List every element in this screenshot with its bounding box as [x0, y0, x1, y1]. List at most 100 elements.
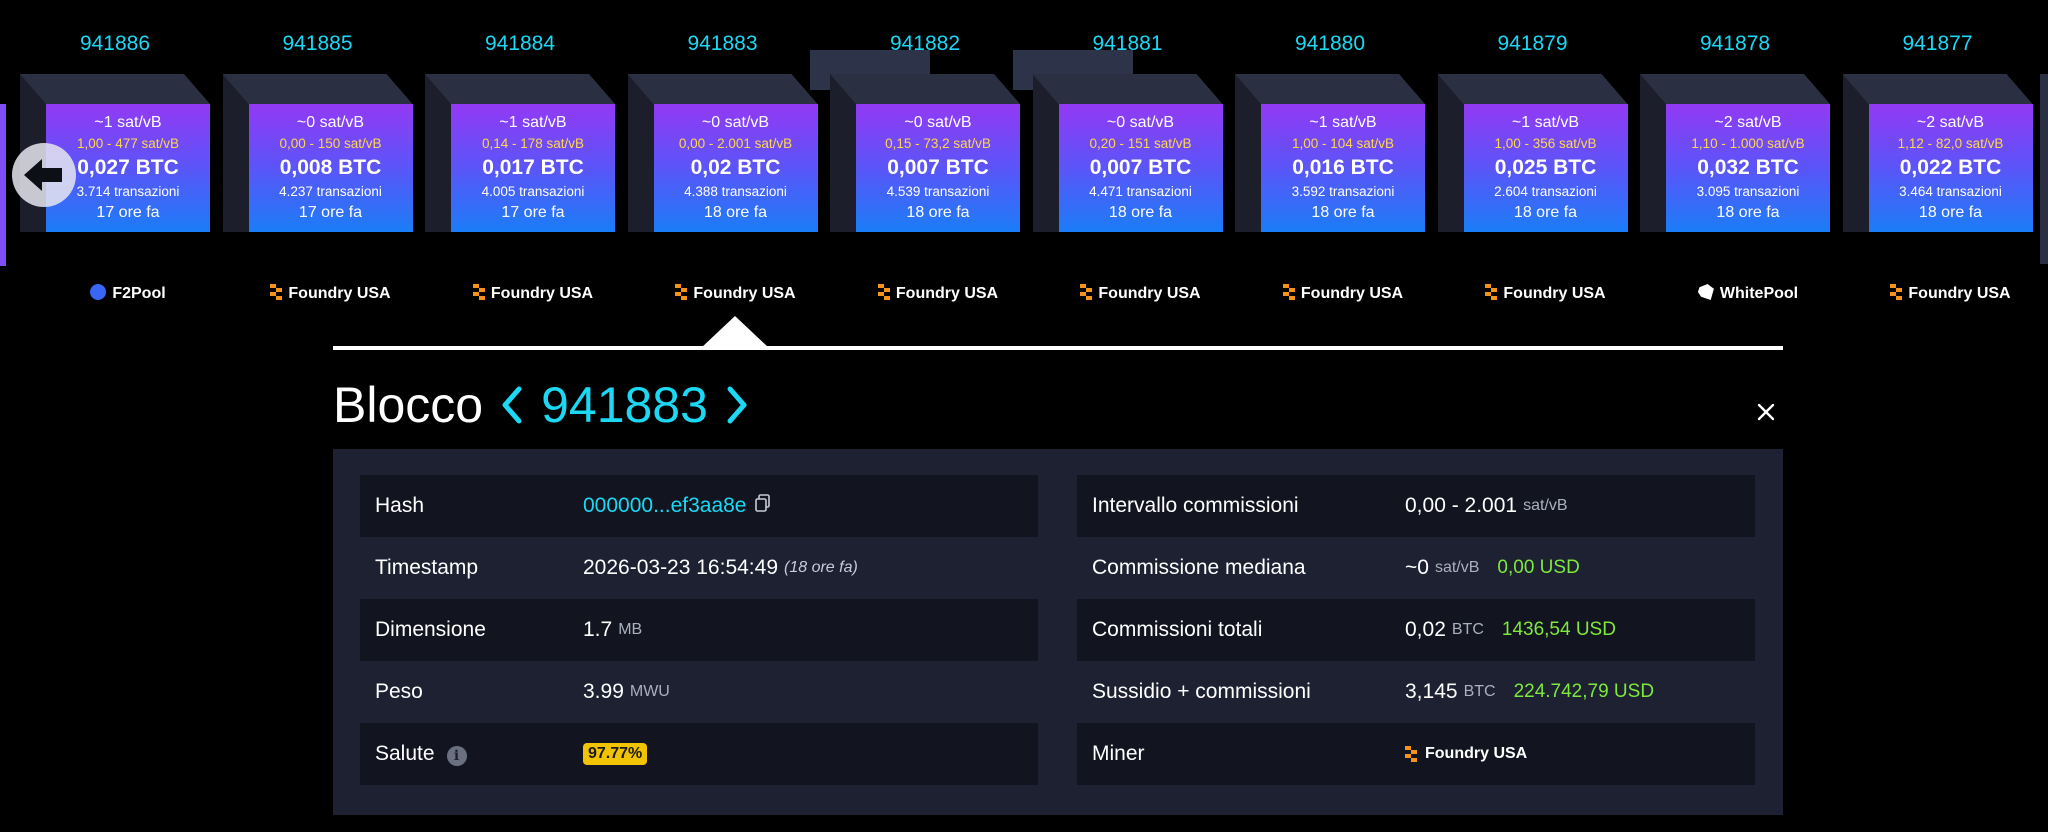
- block-height-label[interactable]: 941886: [20, 32, 210, 56]
- total-fees-value: 0,02: [1405, 618, 1446, 641]
- block-time-ago: 17 ore fa: [501, 204, 565, 221]
- block-8[interactable]: 941878 ~2 sat/vB 1,10 - 1.000 sat/vB 0,032 …: [1640, 22, 1830, 312]
- block-4[interactable]: 941882 ~0 sat/vB 0,15 - 73,2 sat/vB 0,007 B…: [810, 22, 1020, 312]
- block-fee-range: 0,14 - 178 sat/vB: [481, 136, 585, 151]
- block-median-fee: ~0 sat/vB: [296, 114, 365, 131]
- foundry-icon: [1485, 284, 1498, 300]
- fee-span-unit: sat/vB: [1523, 497, 1568, 514]
- block-pool[interactable]: Foundry USA: [654, 284, 818, 303]
- block-tx-count: 3.095 transazioni: [1696, 184, 1800, 199]
- info-icon[interactable]: i: [446, 746, 467, 766]
- pool-name: Foundry USA: [1503, 285, 1606, 302]
- block-time-ago: 18 ore fa: [703, 204, 768, 221]
- block-fee-range: 1,00 - 356 sat/vB: [1494, 136, 1597, 151]
- block-median-fee: ~1 sat/vB: [1309, 114, 1377, 131]
- foundry-icon: [1282, 284, 1295, 300]
- foundry-icon: [1405, 746, 1417, 762]
- block-pool[interactable]: F2Pool: [46, 284, 210, 303]
- block-total-fees: 0,025 BTC: [1494, 156, 1597, 179]
- size-value: 1.7: [583, 618, 613, 641]
- block-cube[interactable]: ~2 sat/vB 1,12 - 82,0 sat/vB 0,022 BTC 3.46…: [1868, 104, 2033, 232]
- subsidy-unit: BTC: [1463, 683, 1496, 700]
- selected-block-divider: [333, 346, 1783, 350]
- block-cube[interactable]: ~0 sat/vB 0,20 - 151 sat/vB 0,007 BTC 4.471…: [1058, 104, 1223, 232]
- block-total-fees: 0,032 BTC: [1697, 156, 1799, 179]
- cube-top: [1640, 74, 1830, 104]
- block-tx-count: 4.388 transazioni: [684, 184, 787, 199]
- block-7[interactable]: 941879 ~1 sat/vB 1,00 - 356 sat/vB 0,025 BT…: [1437, 22, 1628, 312]
- block-pool[interactable]: Foundry USA: [1261, 284, 1425, 303]
- block-total-fees: 0,017 BTC: [482, 156, 584, 179]
- block-tx-count: 4.237 transazioni: [279, 184, 382, 199]
- block-cube[interactable]: ~0 sat/vB 0,15 - 73,2 sat/vB 0,007 BTC 4.53…: [856, 104, 1020, 232]
- timestamp-label: Timestamp: [375, 556, 479, 579]
- block-total-fees: 0,016 BTC: [1292, 156, 1394, 179]
- block-height-label[interactable]: 941883: [628, 32, 818, 56]
- block-height-label[interactable]: 941882: [830, 32, 1020, 56]
- subsidy-value: 3,145: [1405, 680, 1458, 703]
- close-button[interactable]: [1754, 400, 1778, 424]
- fee-span-value: 0,00 - 2.001: [1405, 494, 1518, 517]
- hash-link[interactable]: 000000...ef3aa8e: [583, 494, 747, 518]
- details-right-column: Intervallo commissioni 0,00 - 2.001 sat/…: [1077, 475, 1755, 785]
- block-total-fees: 0,007 BTC: [1089, 156, 1192, 179]
- pool-name: Foundry USA: [288, 285, 391, 302]
- block-height-label[interactable]: 941884: [425, 32, 615, 56]
- block-pool[interactable]: Foundry USA: [1869, 284, 2033, 303]
- scroll-left-button[interactable]: [12, 143, 76, 207]
- foundry-icon: [1890, 284, 1903, 300]
- pool-name: Foundry USA: [1300, 285, 1404, 302]
- block-median-fee: ~0 sat/vB: [701, 114, 770, 131]
- block-pool[interactable]: Foundry USA: [1059, 284, 1223, 303]
- block-pool[interactable]: Foundry USA: [1464, 284, 1628, 303]
- timestamp-row: Timestamp 2026-03-23 16:54:49 (18 ore fa…: [360, 537, 1038, 599]
- block-cube[interactable]: ~1 sat/vB 1,00 - 356 sat/vB 0,025 BTC 2.604…: [1463, 104, 1628, 232]
- total-fees-usd: 1436,54 USD: [1501, 619, 1616, 640]
- block-fee-range: 1,10 - 1.000 sat/vB: [1691, 136, 1805, 151]
- block-time-ago: 18 ore fa: [906, 204, 970, 221]
- block-cube[interactable]: ~1 sat/vB 0,14 - 178 sat/vB 0,017 BTC 4.005…: [451, 104, 615, 232]
- block-1[interactable]: 941885 ~0 sat/vB 0,00 - 150 sat/vB 0,008 BT…: [222, 22, 413, 312]
- block-height-label[interactable]: 941878: [1640, 32, 1830, 56]
- block-2[interactable]: 941884 ~1 sat/vB 0,14 - 178 sat/vB 0,017 BT…: [425, 22, 615, 312]
- block-time-ago: 18 ore fa: [1918, 204, 1983, 221]
- block-pool[interactable]: Foundry USA: [249, 284, 413, 303]
- block-height-label[interactable]: 941880: [1235, 32, 1425, 56]
- block-fee-range: 0,00 - 150 sat/vB: [279, 136, 382, 151]
- block-median-fee: ~0 sat/vB: [1106, 114, 1175, 131]
- block-cube[interactable]: ~1 sat/vB 1,00 - 104 sat/vB 0,016 BTC 3.592…: [1261, 104, 1425, 232]
- block-6[interactable]: 941880 ~1 sat/vB 1,00 - 104 sat/vB 0,016 BT…: [1235, 22, 1425, 312]
- block-height-label[interactable]: 941877: [1843, 32, 2033, 56]
- block-median-fee: ~2 sat/vB: [1714, 114, 1782, 131]
- health-badge[interactable]: 97.77%: [583, 743, 648, 765]
- block-height-label[interactable]: 941881: [1033, 32, 1223, 56]
- block-pool[interactable]: Foundry USA: [451, 284, 615, 303]
- block-fee-range: 0,00 - 2.001 sat/vB: [678, 136, 793, 151]
- previous-block-button[interactable]: [501, 385, 523, 425]
- block-3[interactable]: 941883 ~0 sat/vB 0,00 - 2.001 sat/vB 0,02 B…: [627, 22, 818, 312]
- block-5[interactable]: 941881 ~0 sat/vB 0,20 - 151 sat/vB 0,007 BT…: [1012, 22, 1223, 312]
- block-cube[interactable]: ~2 sat/vB 1,10 - 1.000 sat/vB 0,032 BTC 3.0…: [1666, 104, 1830, 232]
- timestamp-ago: (18 ore fa): [784, 559, 858, 576]
- total-fees-label: Commissioni totali: [1092, 618, 1263, 641]
- block-cube[interactable]: ~0 sat/vB 0,00 - 150 sat/vB 0,008 BTC 4.237…: [248, 104, 413, 232]
- block-cube[interactable]: ~0 sat/vB 0,00 - 2.001 sat/vB 0,02 BTC 4.38…: [653, 104, 818, 232]
- block-fee-range: 0,20 - 151 sat/vB: [1089, 136, 1192, 151]
- block-pool[interactable]: Foundry USA: [856, 284, 1020, 303]
- block-total-fees: 0,007 BTC: [887, 156, 989, 179]
- arrow-left-icon: [24, 159, 62, 191]
- chevron-right-icon: [727, 386, 747, 424]
- pool-name: WhitePool: [1719, 285, 1799, 302]
- block-9[interactable]: 941877 ~2 sat/vB 1,12 - 82,0 sat/vB 0,022 B…: [1842, 22, 2033, 312]
- pool-name: F2Pool: [112, 285, 166, 302]
- blockchain-strip: 941886 ~1 sat/vB 1,00 - 477 sat/vB 0,027 BT…: [0, 0, 2048, 320]
- next-block-button[interactable]: [726, 385, 748, 425]
- miner-link[interactable]: Foundry USA: [1405, 745, 1527, 763]
- cube-top: [1842, 74, 2033, 104]
- block-height-label[interactable]: 941879: [1438, 32, 1628, 56]
- copy-icon[interactable]: [754, 494, 771, 518]
- size-label: Dimensione: [375, 618, 486, 641]
- block-header: Blocco 941883: [333, 370, 766, 440]
- block-pool[interactable]: WhitePool: [1666, 284, 1830, 303]
- block-height-label[interactable]: 941885: [223, 32, 413, 56]
